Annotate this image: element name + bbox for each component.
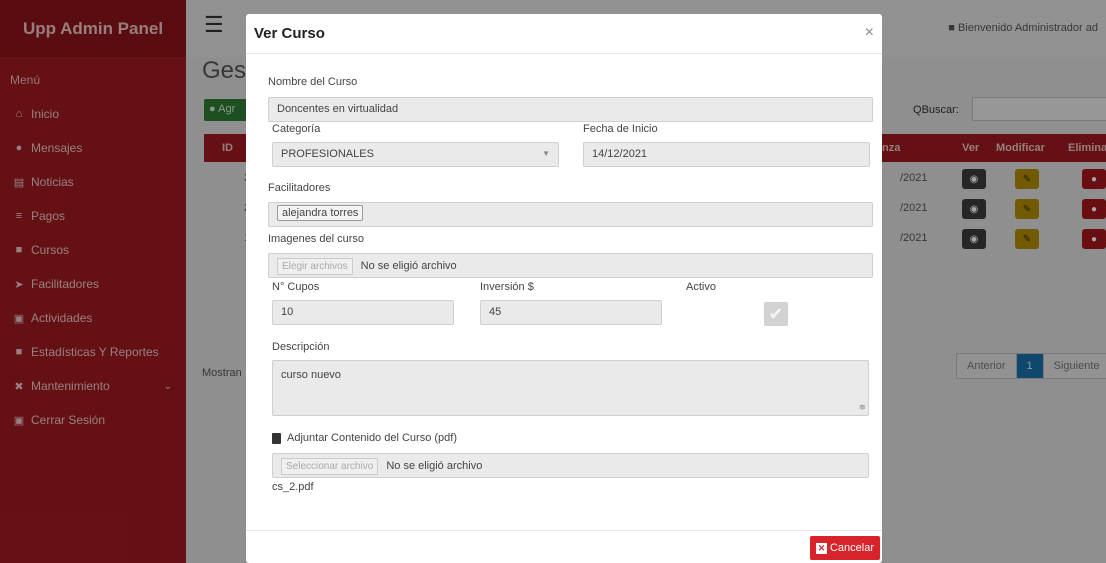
activo-label: Activo <box>686 281 716 293</box>
categoria-label: Categoría <box>272 123 321 135</box>
categoria-select[interactable]: PROFESIONALES ▼ <box>272 142 559 167</box>
imagenes-file-input[interactable]: Elegir archivos No se eligió archivo <box>268 253 873 278</box>
pdf-file-icon <box>272 432 281 444</box>
descripcion-textarea[interactable]: curso nuevo ≑ <box>272 360 869 416</box>
file-status: No se eligió archivo <box>386 460 483 472</box>
imagenes-label: Imagenes del curso <box>268 233 364 245</box>
modal-header: Ver Curso × <box>246 14 882 54</box>
facilitadores-select[interactable]: alejandra torres <box>268 202 873 227</box>
descripcion-label: Descripción <box>272 341 330 353</box>
close-square-icon: ✕ <box>815 542 827 554</box>
file-status: No se eligió archivo <box>360 260 457 272</box>
select-file-button[interactable]: Seleccionar archivo <box>281 458 379 475</box>
nombre-field[interactable]: Doncentes en virtualidad <box>268 97 873 122</box>
modal-footer-divider <box>246 530 882 531</box>
choose-files-button[interactable]: Elegir archivos <box>277 258 353 275</box>
checkmark-icon: ✔ <box>768 303 784 324</box>
nombre-label: Nombre del Curso <box>268 76 358 88</box>
fecha-field[interactable]: 14/12/2021 <box>583 142 870 167</box>
attached-filename[interactable]: cs_2.pdf <box>272 481 314 493</box>
cupos-label: N° Cupos <box>272 281 320 293</box>
inversion-field[interactable]: 45 <box>480 300 662 325</box>
activo-checkbox[interactable]: ✔ <box>764 302 788 326</box>
cupos-field[interactable]: 10 <box>272 300 454 325</box>
view-course-modal: Ver Curso × Nombre del Curso Doncentes e… <box>246 14 882 563</box>
inversion-label: Inversión $ <box>480 281 534 293</box>
pdf-file-input[interactable]: Seleccionar archivo No se eligió archivo <box>272 453 869 478</box>
fecha-label: Fecha de Inicio <box>583 123 658 135</box>
cancel-button[interactable]: ✕ Cancelar <box>809 536 880 560</box>
resize-handle-icon[interactable]: ≑ <box>858 402 866 413</box>
facilitador-tag[interactable]: alejandra torres <box>277 205 364 221</box>
close-icon[interactable]: × <box>865 24 874 42</box>
adjuntar-label: Adjuntar Contenido del Curso (pdf) <box>272 432 457 444</box>
caret-down-icon: ▼ <box>542 149 550 158</box>
facilitadores-label: Facilitadores <box>268 182 331 194</box>
modal-title: Ver Curso <box>254 25 325 42</box>
